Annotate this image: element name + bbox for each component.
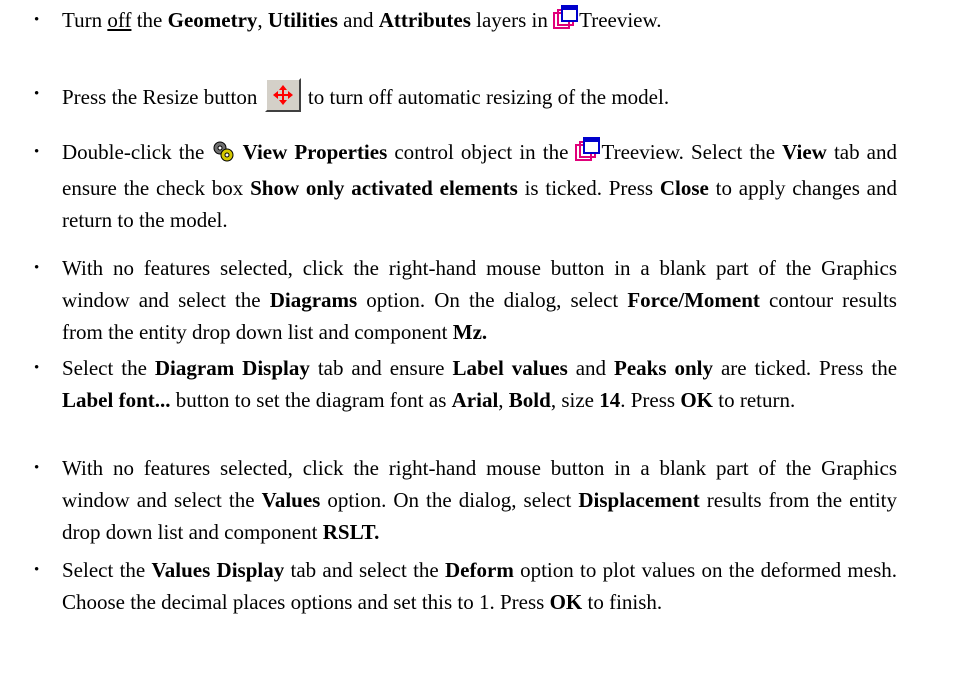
resize-button-icon [264, 78, 301, 112]
bullet: • [34, 86, 40, 102]
utilities-layer: Utilities [267, 8, 338, 32]
view-properties-gears-icon [211, 139, 235, 172]
step-text: Select the Diagram Display tab and ensur… [62, 356, 898, 412]
treeview-icon [575, 137, 601, 172]
step-text: With no features selected, click the rig… [62, 456, 897, 544]
step-text: With no features selected, click the rig… [62, 256, 897, 344]
bullet: • [34, 144, 40, 160]
bullet: • [34, 460, 40, 476]
bullet: • [34, 562, 40, 578]
bullet: • [34, 360, 40, 376]
geometry-layer: Geometry [167, 8, 258, 32]
bullet: • [34, 260, 40, 276]
step-text: Press the Resize button to turn off auto… [62, 78, 897, 113]
step-text: Select the Values Display tab and select… [62, 558, 897, 614]
step-text: Turn off the Geometry, Utilities and Att… [62, 4, 897, 40]
attributes-layer: Attributes [378, 8, 471, 32]
bullet: • [34, 12, 40, 28]
treeview-icon [553, 5, 579, 40]
step-text: Double-click the View Properties control… [62, 136, 897, 236]
